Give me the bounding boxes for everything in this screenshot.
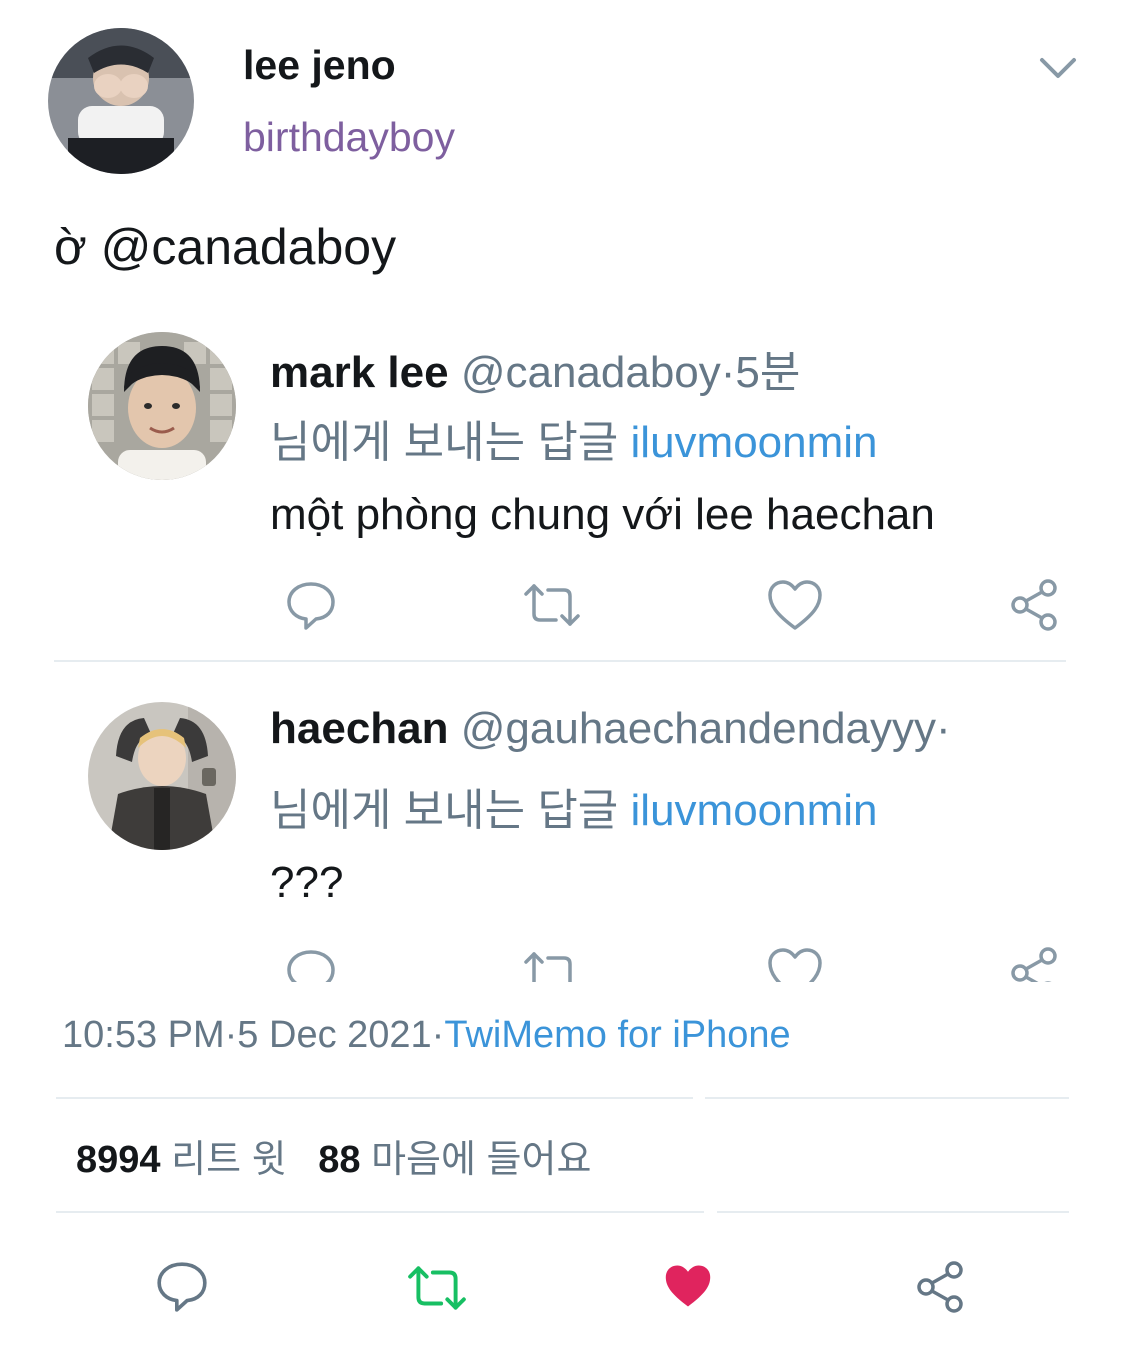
avatar-haechan[interactable] [88,702,236,850]
reply-1-display-name[interactable]: mark lee [270,348,449,397]
retweet-icon[interactable] [522,580,582,630]
likes-count[interactable]: 88 [318,1139,360,1181]
reply-1-text: một phòng chung với lee haechan [270,490,935,539]
reply-2-mention[interactable]: iluvmoonmin [631,786,878,835]
reply-2-handle[interactable]: @gauhaechandendayyy· [461,704,951,753]
stats-divider-left [56,1211,704,1213]
retweet-icon[interactable] [522,948,582,982]
reply-2-replying-to: 님에게 보내는 답글 iluvmoonmin [270,774,878,838]
reply-1-header: mark lee @canadaboy·5분 [270,336,800,400]
main-tweet-display-name[interactable]: lee jeno [243,42,396,89]
main-tweet-text: ờ @canadaboy [54,219,397,275]
tweet-date: ·5 Dec 2021· [224,1014,445,1056]
retweet-icon[interactable] [406,1262,468,1314]
reply-2-replying-prefix: 님에게 보내는 답글 [270,786,619,835]
reply-1-replying-to: 님에게 보내는 답글 iluvmoonmin [270,406,878,470]
share-icon[interactable] [916,1260,966,1314]
meta-divider-right [705,1097,1069,1099]
reply-1-actions [0,572,1125,638]
tweet-time: 10:53 PM [62,1014,225,1056]
reply-1-handle[interactable]: @canadaboy [461,348,721,397]
retweets-label[interactable]: 리트 윗 [171,1139,286,1181]
tweet-source[interactable]: TwiMemo for iPhone [444,1014,790,1056]
tweet-action-bar [0,1252,1125,1322]
reply-1-time: ·5분 [720,348,801,397]
reply-2-header: haechan @gauhaechandendayyy· [270,704,1066,754]
retweets-count[interactable]: 8994 [76,1139,161,1181]
tweet-stats: 8994 리트 윗 88 마음에 들어요 [76,1128,591,1183]
reply-icon[interactable] [284,946,338,982]
meta-divider-left [56,1097,693,1099]
reply-divider [54,660,1066,662]
likes-label[interactable]: 마음에 들어요 [371,1139,591,1181]
chevron-down-icon[interactable] [1038,54,1078,87]
tweet-meta: 10:53 PM·5 Dec 2021·TwiMemo for iPhone [62,1014,791,1057]
share-icon[interactable] [1010,946,1060,982]
reply-icon[interactable] [284,578,338,632]
reply-2-actions [0,936,1125,982]
avatar-mark-lee[interactable] [88,332,236,480]
avatar-lee-jeno[interactable] [48,28,194,174]
heart-icon[interactable] [662,1262,714,1310]
stats-divider-right [717,1211,1069,1213]
heart-icon[interactable] [766,578,824,632]
reply-2-text: ??? [270,858,344,907]
share-icon[interactable] [1010,578,1060,632]
reply-1-mention[interactable]: iluvmoonmin [631,418,878,467]
heart-icon[interactable] [766,946,824,982]
main-tweet-handle[interactable]: birthdayboy [243,114,455,161]
reply-2-display-name[interactable]: haechan [270,704,449,753]
reply-icon[interactable] [154,1258,210,1314]
reply-1-replying-prefix: 님에게 보내는 답글 [270,418,619,467]
